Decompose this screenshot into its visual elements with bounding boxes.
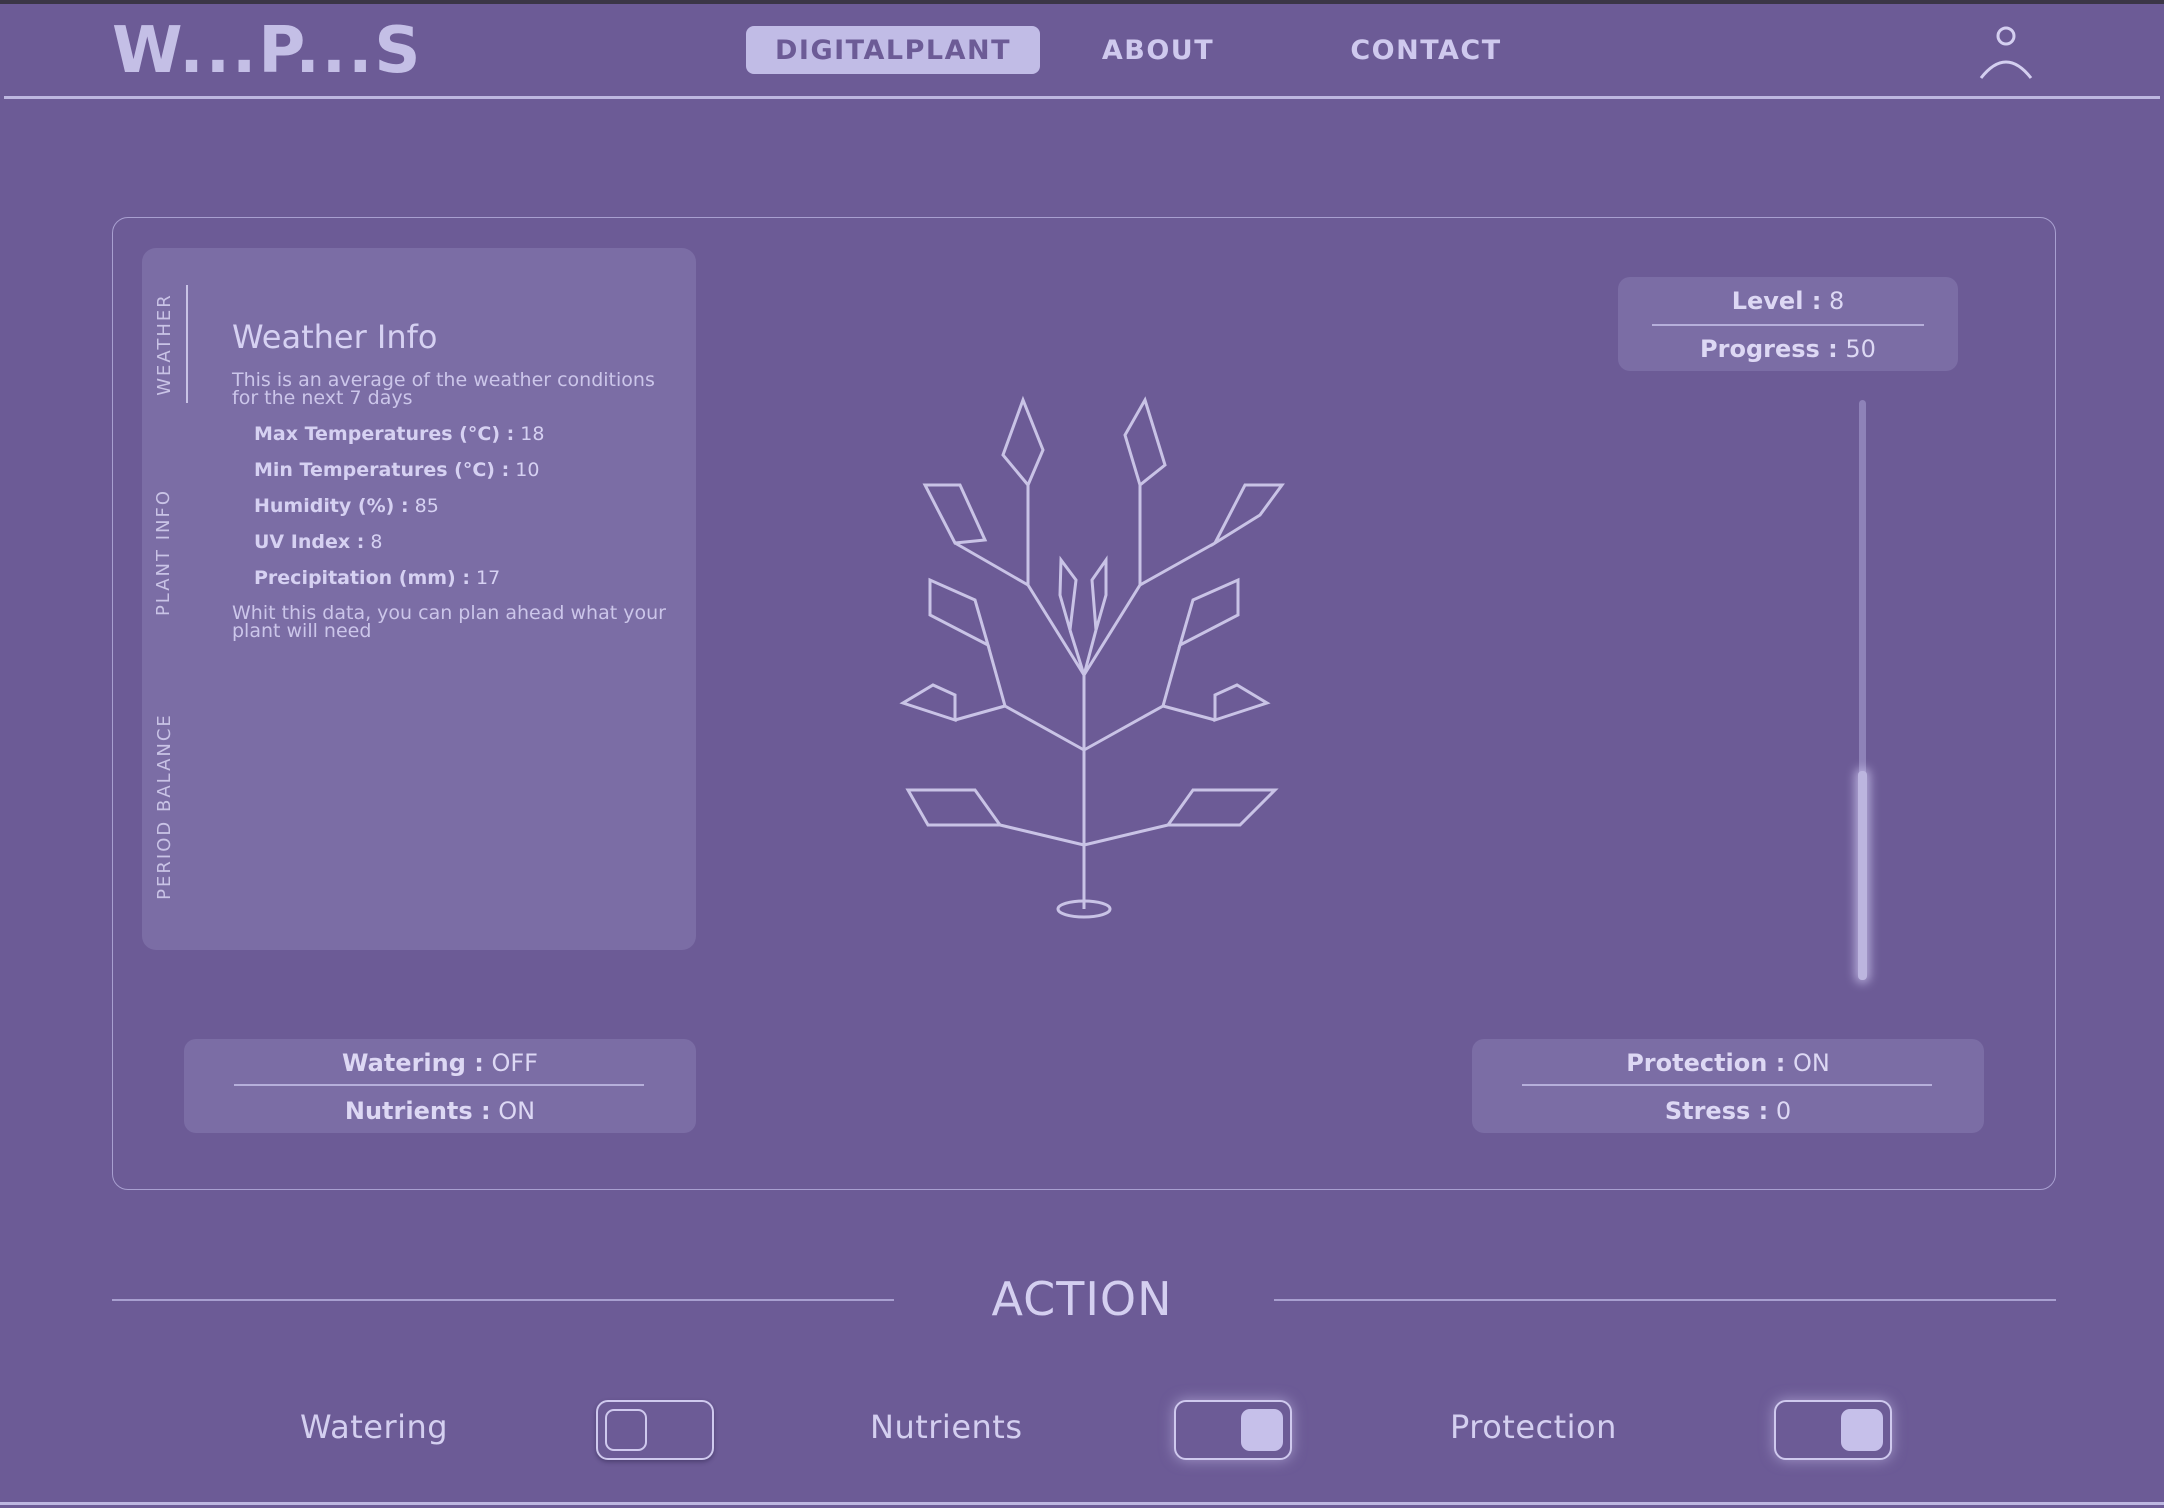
- watering-toggle[interactable]: [596, 1400, 714, 1460]
- level-box: Level : 8 Progress : 50: [1618, 277, 1958, 371]
- weather-title: Weather Info: [232, 318, 438, 356]
- protection-toggle[interactable]: [1774, 1400, 1892, 1460]
- watering-status: Watering : OFF: [342, 1049, 538, 1077]
- weather-row-min-temp: Min Temperatures (°C) : 10: [254, 459, 540, 481]
- weather-row-precipitation: Precipitation (mm) : 17: [254, 567, 501, 589]
- window-top-border: [0, 0, 2164, 4]
- nutrients-toggle-label: Nutrients: [870, 1408, 1023, 1446]
- weather-footer-note: Whit this data, you can plan ahead what …: [232, 602, 666, 642]
- care-status-box: Watering : OFF Nutrients : ON: [184, 1039, 696, 1133]
- progress-bar-fill: [1858, 771, 1867, 980]
- nav-about[interactable]: ABOUT: [1082, 26, 1234, 74]
- protection-status-box: Protection : ON Stress : 0: [1472, 1039, 1984, 1133]
- level-divider: [1652, 324, 1924, 326]
- level-readout: Level : 8: [1731, 287, 1845, 315]
- weather-row-max-temp: Max Temperatures (°C) : 18: [254, 423, 545, 445]
- protection-status: Protection : ON: [1626, 1049, 1830, 1077]
- tab-plant-info[interactable]: PLANT INFO: [142, 476, 186, 628]
- nav-digitalplant[interactable]: DIGITALPLANT: [746, 26, 1040, 74]
- toggle-knob: [1241, 1409, 1283, 1451]
- nutrients-status: Nutrients : ON: [344, 1097, 536, 1125]
- toggle-knob: [1841, 1409, 1883, 1451]
- nav-contact[interactable]: CONTACT: [1326, 26, 1526, 74]
- weather-data-list: Max Temperatures (°C) : 18 Min Temperatu…: [254, 420, 544, 600]
- logo[interactable]: W...P...S: [112, 14, 423, 88]
- progress-readout: Progress : 50: [1700, 335, 1876, 363]
- protection-divider: [1522, 1084, 1932, 1086]
- weather-row-uv-index: UV Index : 8: [254, 531, 383, 553]
- stress-status: Stress : 0: [1664, 1097, 1792, 1125]
- active-tab-indicator: [186, 285, 188, 403]
- protection-toggle-label: Protection: [1450, 1408, 1617, 1446]
- weather-row-humidity: Humidity (%) : 85: [254, 495, 439, 517]
- care-divider: [234, 1084, 644, 1086]
- plant-illustration: [899, 395, 1285, 919]
- user-icon[interactable]: [1978, 22, 2034, 80]
- toggle-knob: [605, 1409, 647, 1451]
- header-divider: [4, 96, 2160, 99]
- watering-toggle-label: Watering: [300, 1408, 449, 1446]
- action-divider-right: [1274, 1299, 2056, 1301]
- weather-description: This is an average of the weather condit…: [232, 369, 655, 409]
- nutrients-toggle[interactable]: [1174, 1400, 1292, 1460]
- tab-weather[interactable]: WEATHER: [142, 280, 186, 408]
- footer-divider: [0, 1502, 2164, 1505]
- tab-period-balance[interactable]: PERIOD BALANCE: [142, 698, 186, 914]
